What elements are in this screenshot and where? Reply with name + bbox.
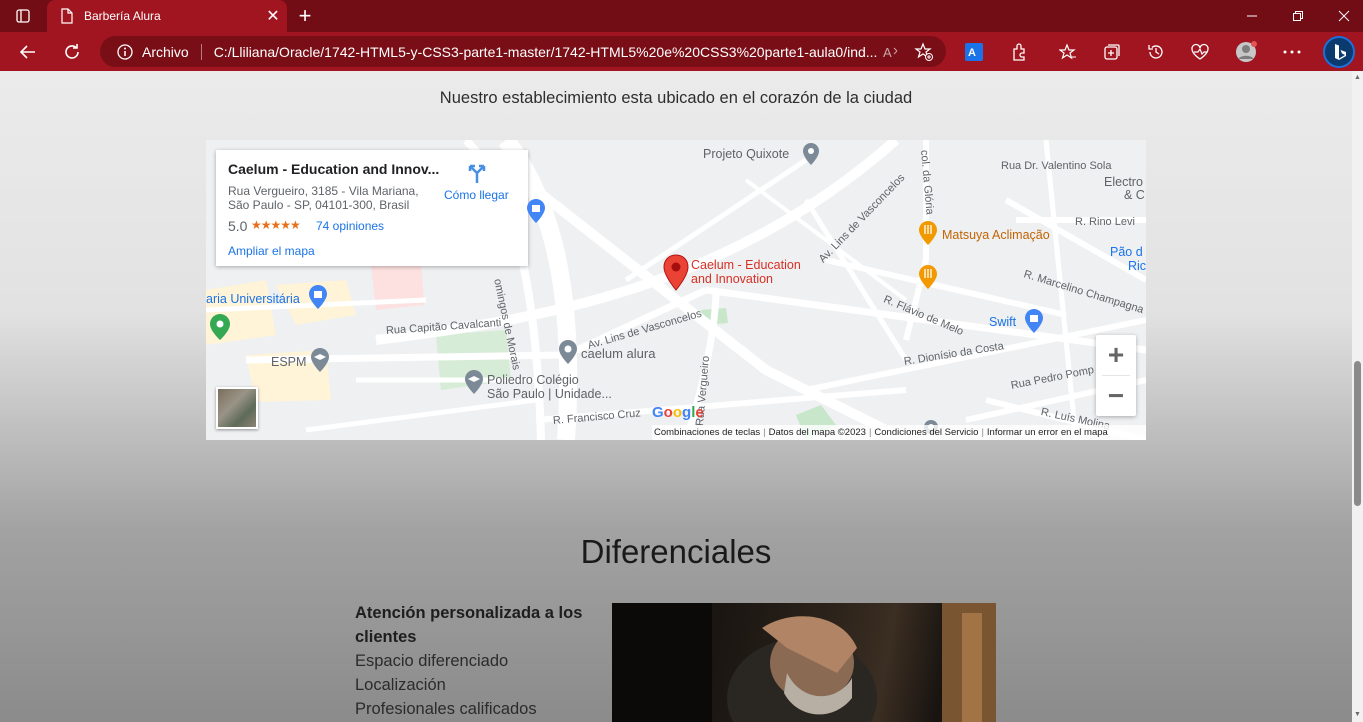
place-address-line2: São Paulo - SP, 04101-300, Brasil <box>228 198 410 212</box>
poi-poliedro[interactable]: Poliedro Colégio São Paulo | Unidade... <box>487 373 612 401</box>
section-title-diferenciales: Diferenciales <box>580 533 772 570</box>
scroll-up-icon[interactable]: ▲ <box>1354 74 1361 82</box>
poi-pin-icon[interactable] <box>802 142 820 166</box>
place-address-line1: Rua Vergueiro, 3185 - Vila Mariana, <box>228 184 419 198</box>
shopping-pin-icon[interactable] <box>526 198 546 224</box>
marker-label-line2: and Innovation <box>691 272 774 286</box>
restaurant-pin-icon[interactable] <box>918 264 938 290</box>
list-item: Localización <box>355 676 446 694</box>
list-item: Espacio diferenciado <box>355 652 509 670</box>
svg-text:A: A <box>883 45 892 60</box>
performance-icon[interactable] <box>1184 36 1216 68</box>
document-icon <box>61 8 73 24</box>
profile-avatar[interactable] <box>1230 36 1262 68</box>
rating-stars-icon: ★★★★★ <box>251 218 301 232</box>
directions-icon[interactable] <box>466 162 488 184</box>
separator <box>200 43 202 60</box>
poi-matsuya[interactable]: Matsuya Aclimação <box>942 228 1050 242</box>
poi-poliedro-line2: São Paulo | Unidade... <box>487 387 612 401</box>
translate-icon[interactable]: A <box>958 36 990 68</box>
place-rating: 5.0 <box>228 218 248 234</box>
close-window-button[interactable] <box>1321 0 1363 32</box>
more-options-icon[interactable] <box>1276 36 1308 68</box>
list-item: Profesionales calificados <box>355 700 537 718</box>
enlarge-map-link[interactable]: Ampliar el mapa <box>228 244 315 258</box>
poi-electro[interactable]: Electro <box>1104 175 1143 189</box>
scroll-thumb[interactable] <box>1354 361 1361 506</box>
poi-ric: Ric <box>1128 259 1146 273</box>
favorite-add-icon[interactable] <box>914 41 934 62</box>
road-valentino-sola: Rua Dr. Valentino Sola <box>1001 160 1112 172</box>
minimize-button[interactable] <box>1229 0 1275 32</box>
report-error-link[interactable]: Informar un error en el mapa <box>985 427 1110 438</box>
shopping-pin-icon[interactable] <box>308 284 328 310</box>
tab-actions-icon[interactable] <box>0 0 46 32</box>
title-bar: Barbería Alura ✕ + <box>0 0 1363 32</box>
school-pin-icon[interactable] <box>310 347 330 373</box>
extensions-icon[interactable] <box>1003 36 1035 68</box>
terms-link[interactable]: Condiciones del Servicio <box>872 427 980 438</box>
road-rino-levi: R. Rino Levi <box>1075 216 1135 228</box>
browser-tab[interactable]: Barbería Alura ✕ <box>47 0 287 32</box>
svg-text:A: A <box>968 47 976 59</box>
address-bar[interactable]: Archivo C:/Lliliana/Oracle/1742-HTML5-y-… <box>100 36 946 67</box>
location-subtitle: Nuestro establecimiento esta ubicado en … <box>439 89 913 107</box>
bing-chat-icon[interactable] <box>1322 35 1356 69</box>
page-content: Nuestro establecimiento esta ubicado en … <box>0 71 1352 722</box>
list-item: Atención personalizada a los clientes <box>355 604 583 646</box>
scheme-label: Archivo <box>142 43 189 60</box>
satellite-view-toggle[interactable] <box>216 387 258 429</box>
back-button[interactable] <box>12 36 44 68</box>
barber-photo <box>612 603 996 722</box>
google-logo: Google <box>652 404 704 421</box>
place-name[interactable]: Caelum - Education and Innov... <box>228 161 439 177</box>
zoom-out-button[interactable]: − <box>1096 376 1136 416</box>
favorites-icon[interactable] <box>1052 36 1084 68</box>
place-info-card: Caelum - Education and Innov... Rua Verg… <box>216 150 528 266</box>
location-marker-icon[interactable] <box>663 254 689 292</box>
info-icon[interactable] <box>116 43 134 61</box>
poi-poliedro-line1: Poliedro Colégio <box>487 373 579 387</box>
diferenciales-list: Atención personalizada a los clientes Es… <box>355 601 595 721</box>
marker-label: Caelum - Education and Innovation <box>691 258 801 286</box>
poi-projeto-quixote[interactable]: Projeto Quixote <box>703 147 789 161</box>
restore-button[interactable] <box>1275 0 1321 32</box>
collections-icon[interactable] <box>1096 36 1128 68</box>
poi-espm[interactable]: ESPM <box>271 355 306 369</box>
scroll-down-icon[interactable]: ▼ <box>1354 711 1361 719</box>
park-pin-icon[interactable] <box>209 313 231 341</box>
read-aloud-icon[interactable]: A <box>882 43 900 61</box>
refresh-button[interactable] <box>56 36 88 68</box>
shopping-pin-icon[interactable] <box>1024 308 1044 334</box>
barber-photo-illustration <box>612 603 996 722</box>
directions-link[interactable]: Cómo llegar <box>444 188 509 202</box>
poi-pin-icon[interactable] <box>558 339 578 365</box>
poi-pao-de[interactable]: Pão d <box>1110 245 1143 259</box>
embedded-map[interactable]: Caelum - Education and Innov... Rua Verg… <box>206 140 1146 440</box>
map-attribution: Combinaciones de teclas | Datos del mapa… <box>652 425 1146 440</box>
keyboard-shortcuts-link[interactable]: Combinaciones de teclas <box>652 427 762 438</box>
url-text[interactable]: C:/Lliliana/Oracle/1742-HTML5-y-CSS3-par… <box>214 44 882 60</box>
zoom-in-button[interactable]: + <box>1096 335 1136 375</box>
poi-universitaria[interactable]: aria Universitária <box>206 292 300 306</box>
marker-label-line1: Caelum - Education <box>691 258 801 272</box>
poi-swift[interactable]: Swift <box>989 315 1016 329</box>
tab-title: Barbería Alura <box>84 9 161 23</box>
map-data-text: Datos del mapa ©2023 <box>768 427 866 438</box>
school-pin-icon[interactable] <box>464 369 484 395</box>
zoom-controls: + − <box>1096 335 1136 416</box>
reviews-link[interactable]: 74 opiniones <box>316 219 384 233</box>
browser-toolbar: Archivo C:/Lliliana/Oracle/1742-HTML5-y-… <box>0 32 1363 71</box>
poi-electro-2: & C <box>1124 188 1145 202</box>
new-tab-button[interactable]: + <box>290 0 320 32</box>
close-tab-icon[interactable]: ✕ <box>259 6 287 26</box>
restaurant-pin-icon[interactable] <box>918 220 938 246</box>
history-icon[interactable] <box>1140 36 1172 68</box>
page-scrollbar[interactable]: ▲ ▼ <box>1352 71 1363 722</box>
